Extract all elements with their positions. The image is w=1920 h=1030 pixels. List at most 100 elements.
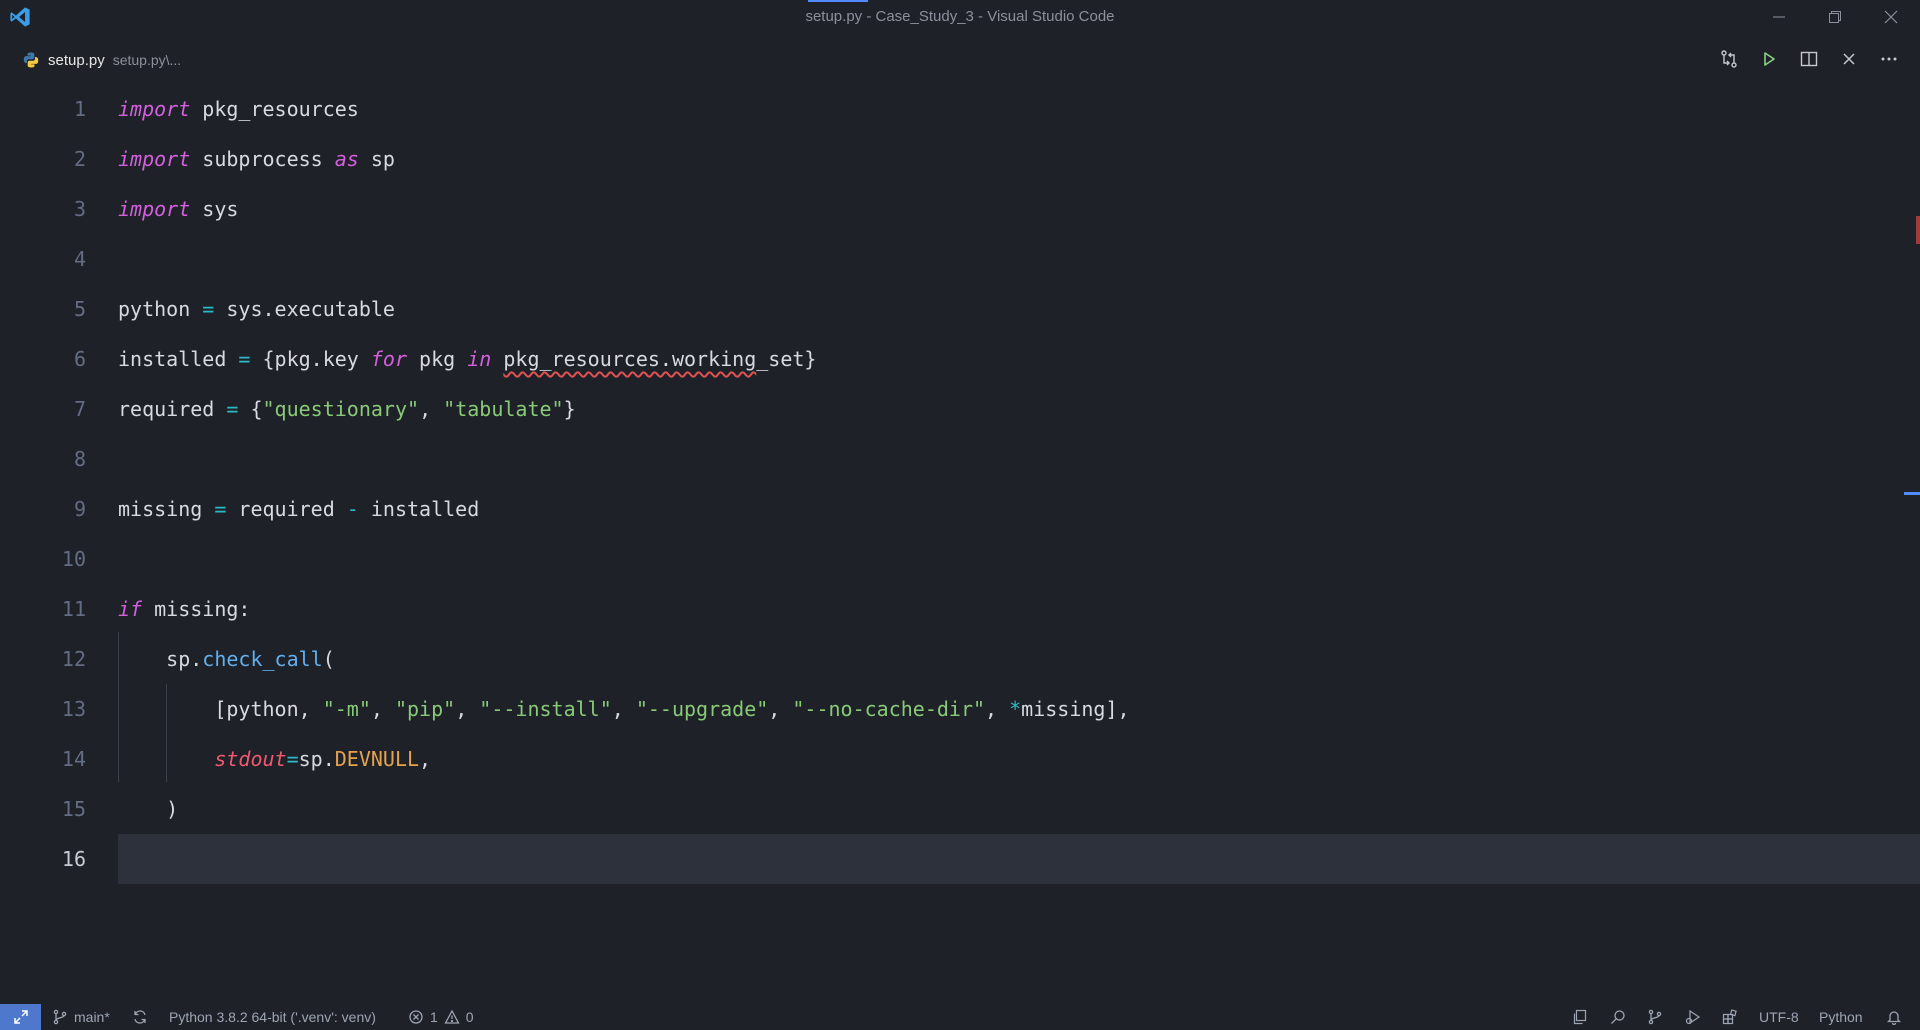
line-number: 15 [61, 797, 86, 821]
code-text: [python, "-m", "pip", "--install", "--up… [118, 697, 1130, 721]
status-bar: main* Python 3.8.2 64-bit ('.venv': venv… [0, 1004, 1920, 1030]
line-number: 10 [61, 547, 86, 571]
python-file-icon [23, 52, 39, 68]
code-text: if missing: [118, 597, 251, 621]
line-number: 2 [73, 147, 86, 171]
search-icon [1611, 1010, 1625, 1024]
restore-button[interactable] [1812, 0, 1858, 34]
close-window-button[interactable] [1868, 0, 1914, 34]
run-python-file-button[interactable] [1756, 46, 1782, 72]
code-line[interactable]: 4 [0, 234, 1920, 284]
code-line[interactable]: 8 [0, 434, 1920, 484]
line-number: 6 [73, 347, 86, 371]
warning-count: 0 [465, 1009, 474, 1025]
code-line[interactable]: 15 ) [0, 784, 1920, 834]
code-line[interactable]: 11 if missing: [0, 584, 1920, 634]
python-interpreter-selector[interactable]: Python 3.8.2 64-bit ('.venv': venv) [169, 1004, 376, 1030]
minimize-button[interactable] [1756, 0, 1802, 34]
code-text: import subprocess as sp [118, 147, 395, 171]
tab-filepath: setup.py\... [112, 52, 182, 68]
code-line[interactable]: 1 import pkg_resources [0, 84, 1920, 134]
code-line[interactable]: 2 import subprocess as sp [0, 134, 1920, 184]
code-editor[interactable]: 1 import pkg_resources 2 import subproce… [0, 84, 1920, 1004]
notifications-button[interactable] [1886, 1004, 1902, 1030]
code-line[interactable]: 7 required = {"questionary", "tabulate"} [0, 384, 1920, 434]
branch-name: main* [74, 1009, 110, 1025]
line-number: 1 [73, 97, 86, 121]
scrollbar-cursor-marker [1904, 492, 1920, 495]
code-line[interactable]: 10 [0, 534, 1920, 584]
error-icon [409, 1010, 423, 1024]
line-number: 9 [73, 497, 86, 521]
branch-indicator[interactable]: main* [52, 1004, 110, 1030]
code-line[interactable]: 12 sp.check_call( [0, 634, 1920, 684]
encoding-selector[interactable]: UTF-8 [1759, 1004, 1799, 1030]
run-debug-status-button[interactable] [1685, 1004, 1701, 1030]
explorer-status-button[interactable] [1572, 1004, 1588, 1030]
line-number: 8 [73, 447, 86, 471]
error-count: 1 [430, 1009, 438, 1025]
problems-indicator[interactable]: 1 0 [408, 1004, 474, 1030]
code-text: import pkg_resources [118, 97, 359, 121]
line-number: 3 [73, 197, 86, 221]
line-number: 11 [61, 597, 86, 621]
extensions-status-button[interactable] [1722, 1004, 1738, 1030]
sync-icon [134, 1010, 146, 1024]
code-line[interactable]: 9 missing = required - installed [0, 484, 1920, 534]
code-line[interactable]: 16 [0, 834, 1920, 884]
code-text: import sys [118, 197, 239, 221]
code-text: required = {"questionary", "tabulate"} [118, 397, 576, 421]
sync-button[interactable] [132, 1004, 148, 1030]
code-text: sp.check_call( [118, 647, 335, 671]
code-text: stdout=sp.DEVNULL, [214, 747, 432, 771]
close-icon [1843, 53, 1855, 65]
title-accent-line [808, 0, 868, 2]
line-number: 12 [61, 647, 86, 671]
remote-icon [13, 1010, 28, 1024]
more-actions-button[interactable] [1876, 46, 1902, 72]
compare-changes-icon [1721, 50, 1737, 68]
error-squiggle[interactable]: pkg_resources.working [503, 347, 756, 371]
interpreter-label: Python 3.8.2 64-bit ('.venv': venv) [169, 1009, 376, 1025]
run-debug-icon [1685, 1009, 1701, 1025]
play-icon [1764, 52, 1775, 66]
language-label: Python [1819, 1009, 1863, 1025]
scrollbar-error-marker [1916, 216, 1920, 244]
split-editor-button[interactable] [1796, 46, 1822, 72]
line-number: 16 [61, 847, 86, 871]
code-text: ) [118, 797, 179, 821]
close-editor-button[interactable] [1836, 46, 1862, 72]
code-text: missing = required - installed [118, 497, 480, 521]
line-number: 13 [61, 697, 86, 721]
tab-bar: setup.py setup.py\... [0, 34, 1920, 84]
search-status-button[interactable] [1610, 1004, 1626, 1030]
source-control-status-button[interactable] [1647, 1004, 1663, 1030]
code-line[interactable]: 13 [python, "-m", "pip", "--install", "-… [0, 684, 1920, 734]
encoding-label: UTF-8 [1759, 1009, 1799, 1025]
close-icon [1884, 10, 1898, 24]
bell-icon [1886, 1011, 1902, 1025]
ellipsis-icon [1881, 57, 1897, 61]
open-changes-button[interactable] [1716, 46, 1742, 72]
minimize-icon [1773, 16, 1785, 18]
title-bar: setup.py - Case_Study_3 - Visual Studio … [0, 0, 1920, 34]
line-number: 7 [73, 397, 86, 421]
tab-filename: setup.py [48, 51, 105, 69]
language-mode-selector[interactable]: Python [1819, 1004, 1863, 1030]
split-editor-icon [1800, 51, 1818, 67]
extensions-icon [1722, 1009, 1737, 1025]
line-number: 4 [73, 247, 86, 271]
code-line[interactable]: 6 installed = {pkg.key for pkg in pkg_re… [0, 334, 1920, 384]
code-line[interactable]: 5 python = sys.executable [0, 284, 1920, 334]
warning-icon [444, 1009, 460, 1024]
code-text: python = sys.executable [118, 297, 395, 321]
remote-window-button[interactable] [0, 1004, 41, 1030]
window-title: setup.py - Case_Study_3 - Visual Studio … [805, 8, 1115, 25]
source-control-icon [1648, 1009, 1662, 1025]
code-line[interactable]: 3 import sys [0, 184, 1920, 234]
git-branch-icon [53, 1009, 67, 1025]
code-line[interactable]: 14 stdout=sp.DEVNULL, [0, 734, 1920, 784]
copy-files-icon [1573, 1009, 1587, 1025]
tab-setup-py[interactable]: setup.py setup.py\... [22, 48, 181, 72]
code-text: installed = {pkg.key for pkg in pkg_reso… [118, 347, 817, 371]
